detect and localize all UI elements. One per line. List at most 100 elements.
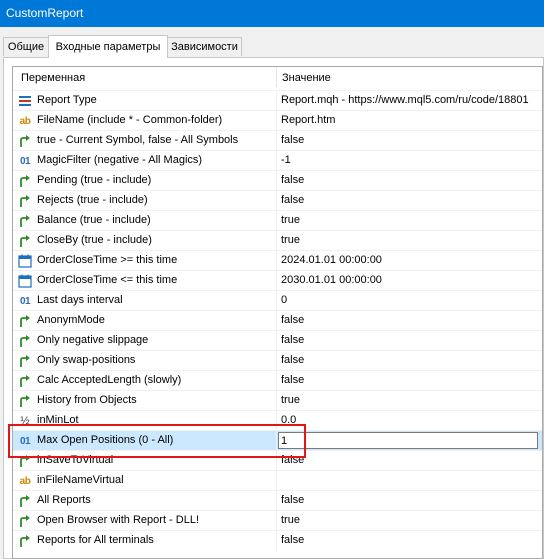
bool-arrow-icon xyxy=(18,134,32,148)
tab-input-parameters[interactable]: Входные параметры xyxy=(48,35,168,58)
parameter-value[interactable]: false xyxy=(281,334,304,346)
tab-dependencies[interactable]: Зависимости xyxy=(167,37,242,56)
parameter-name: Only swap-positions xyxy=(37,354,136,366)
int-01-icon: 01 xyxy=(19,435,31,447)
parameter-row[interactable]: ½ inMinLot 0.0 xyxy=(13,410,542,430)
bool-arrow-icon xyxy=(18,394,32,408)
parameter-row[interactable]: Calc AcceptedLength (slowly) false xyxy=(13,370,542,390)
parameter-name: Rejects (true - include) xyxy=(37,194,148,206)
parameter-name: inMinLot xyxy=(37,414,79,426)
bool-arrow-icon xyxy=(18,454,32,468)
parameter-name: Balance (true - include) xyxy=(37,214,151,226)
int-01-icon: 01 xyxy=(19,155,31,167)
parameter-name: Max Open Positions (0 - All) xyxy=(37,434,174,446)
parameter-name: Reports for All terminals xyxy=(37,534,154,546)
window-title: CustomReport xyxy=(6,6,84,20)
parameter-value[interactable]: Report.htm xyxy=(281,114,335,126)
parameter-row[interactable]: Only negative slippage false xyxy=(13,330,542,350)
parameter-row[interactable]: ab FileName (include * - Common-folder) Re… xyxy=(13,110,542,130)
parameter-row[interactable]: 01 Max Open Positions (0 - All) xyxy=(13,430,542,450)
parameter-name: Calc AcceptedLength (slowly) xyxy=(37,374,182,386)
parameter-name: inFileNameVirtual xyxy=(37,474,124,486)
enum-list-icon xyxy=(18,94,32,108)
parameter-value[interactable]: false xyxy=(281,494,304,506)
parameter-name: AnonymMode xyxy=(37,314,105,326)
parameter-row[interactable]: Reports for All terminals false xyxy=(13,530,542,550)
parameter-name: inSaveToVirtual xyxy=(37,454,114,466)
bool-arrow-icon xyxy=(18,514,32,528)
parameter-name: FileName (include * - Common-folder) xyxy=(37,114,223,126)
parameter-row[interactable]: Open Browser with Report - DLL! true xyxy=(13,510,542,530)
window-titlebar: CustomReport xyxy=(0,0,544,27)
parameter-row[interactable]: History from Objects true xyxy=(13,390,542,410)
parameter-value[interactable]: false xyxy=(281,374,304,386)
bool-arrow-icon xyxy=(18,374,32,388)
tab-general[interactable]: Общие xyxy=(3,37,49,56)
parameter-value-editor[interactable] xyxy=(278,432,538,449)
parameter-value[interactable]: false xyxy=(281,174,304,186)
parameter-name: true - Current Symbol, false - All Symbo… xyxy=(37,134,239,146)
parameter-value[interactable]: false xyxy=(281,454,304,466)
parameter-value[interactable]: 0.0 xyxy=(281,414,296,426)
parameter-value[interactable]: true xyxy=(281,394,300,406)
parameter-name: MagicFilter (negative - All Magics) xyxy=(37,154,203,166)
parameter-name: OrderCloseTime >= this time xyxy=(37,254,178,266)
parameter-value[interactable]: true xyxy=(281,214,300,226)
parameter-value[interactable]: -1 xyxy=(281,154,291,166)
parameter-row[interactable]: Pending (true - include) false xyxy=(13,170,542,190)
parameter-name: Open Browser with Report - DLL! xyxy=(37,514,200,526)
string-ab-icon: ab xyxy=(19,475,31,487)
parameter-value[interactable]: false xyxy=(281,314,304,326)
parameter-row[interactable]: Only swap-positions false xyxy=(13,350,542,370)
parameter-row[interactable]: OrderCloseTime <= this time 2030.01.01 00… xyxy=(13,270,542,290)
parameter-row[interactable]: inSaveToVirtual false xyxy=(13,450,542,470)
grid-header: Переменная Значение xyxy=(13,67,542,87)
bool-arrow-icon xyxy=(18,494,32,508)
parameter-name: All Reports xyxy=(37,494,91,506)
parameter-name: History from Objects xyxy=(37,394,137,406)
string-ab-icon: ab xyxy=(19,115,31,127)
bool-arrow-icon xyxy=(18,334,32,348)
parameter-row[interactable]: 01 MagicFilter (negative - All Magics) -1 xyxy=(13,150,542,170)
parameter-value[interactable]: 2030.01.01 00:00:00 xyxy=(281,274,382,286)
parameter-name: Report Type xyxy=(37,94,97,106)
parameter-name: Only negative slippage xyxy=(37,334,149,346)
parameter-row[interactable]: 01 Last days interval 0 xyxy=(13,290,542,310)
parameters-grid: Переменная Значение Report Type Report.mq… xyxy=(12,66,543,559)
calendar-icon xyxy=(18,274,32,288)
parameter-row[interactable]: OrderCloseTime >= this time 2024.01.01 00… xyxy=(13,250,542,270)
tab-strip: Общие Входные параметры Зависимости xyxy=(0,35,544,59)
bool-arrow-icon xyxy=(18,174,32,188)
bool-arrow-icon xyxy=(18,314,32,328)
parameter-value[interactable]: 2024.01.01 00:00:00 xyxy=(281,254,382,266)
parameter-row[interactable]: ab inFileNameVirtual xyxy=(13,470,542,490)
parameter-row[interactable]: Rejects (true - include) false xyxy=(13,190,542,210)
parameter-name: Pending (true - include) xyxy=(37,174,152,186)
bool-arrow-icon xyxy=(18,534,32,548)
parameter-value[interactable]: false xyxy=(281,194,304,206)
parameter-value[interactable]: Report.mqh - https://www.mql5.com/ru/cod… xyxy=(281,94,529,106)
bool-arrow-icon xyxy=(18,234,32,248)
double-half-icon: ½ xyxy=(20,415,30,427)
parameter-row[interactable]: Balance (true - include) true xyxy=(13,210,542,230)
column-header-variable[interactable]: Переменная xyxy=(21,72,85,84)
calendar-icon xyxy=(18,254,32,268)
parameter-row[interactable]: true - Current Symbol, false - All Symbo… xyxy=(13,130,542,150)
parameter-value[interactable]: true xyxy=(281,514,300,526)
column-header-value[interactable]: Значение xyxy=(282,72,331,84)
bool-arrow-icon xyxy=(18,214,32,228)
parameter-name: OrderCloseTime <= this time xyxy=(37,274,178,286)
bool-arrow-icon xyxy=(18,354,32,368)
parameter-row[interactable]: All Reports false xyxy=(13,490,542,510)
parameter-row[interactable]: AnonymMode false xyxy=(13,310,542,330)
parameter-value[interactable]: false xyxy=(281,534,304,546)
parameter-row[interactable]: CloseBy (true - include) true xyxy=(13,230,542,250)
parameter-value[interactable]: false xyxy=(281,354,304,366)
int-01-icon: 01 xyxy=(19,295,31,307)
bool-arrow-icon xyxy=(18,194,32,208)
parameter-value[interactable]: false xyxy=(281,134,304,146)
parameter-value[interactable]: true xyxy=(281,234,300,246)
parameter-name: Last days interval xyxy=(37,294,123,306)
parameter-value[interactable]: 0 xyxy=(281,294,287,306)
parameter-row[interactable]: Report Type Report.mqh - https://www.mql5… xyxy=(13,90,542,110)
